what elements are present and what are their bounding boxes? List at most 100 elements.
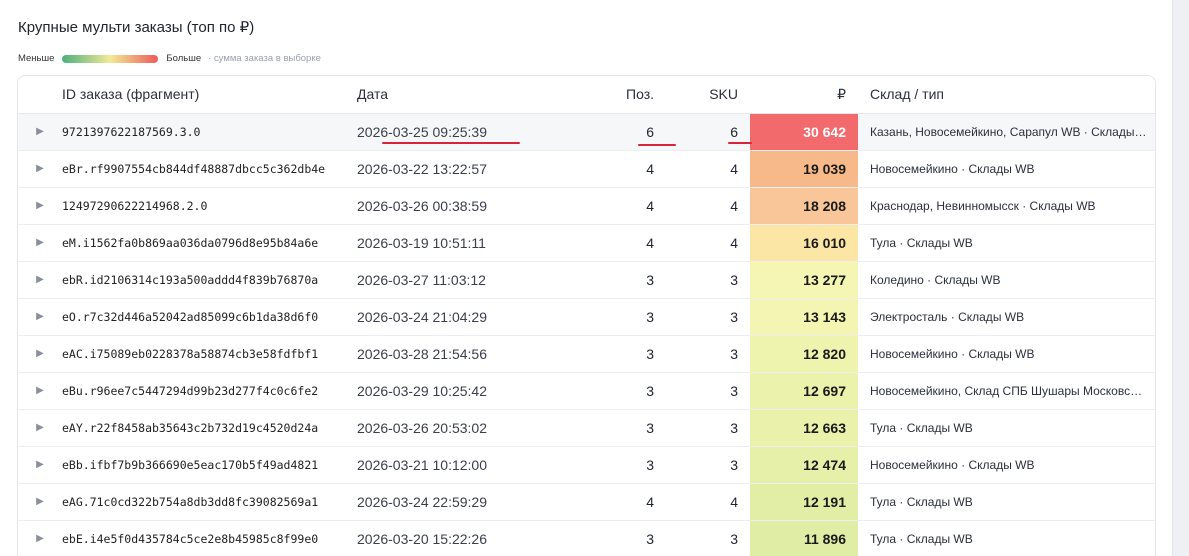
header-sku[interactable]: SKU bbox=[672, 76, 750, 114]
play-triangle-icon[interactable]: ▶ bbox=[36, 163, 44, 174]
order-id-cell: eO.r7c32d446a52042ad85099c6b1da38d6f0 bbox=[62, 298, 357, 336]
expand-row-toggle[interactable]: ▶ bbox=[18, 372, 62, 410]
warehouse-cell: Казань, Новосемейкино, Сарапул WB · Скла… bbox=[858, 113, 1155, 151]
annotation-underline-pos bbox=[638, 144, 676, 146]
header-positions[interactable]: Поз. bbox=[592, 76, 672, 114]
table-row[interactable]: ▶ eBu.r96ee7c5447294d99b23d277f4c0c6fe2 20… bbox=[18, 372, 1155, 410]
annotation-underline-date bbox=[382, 142, 520, 144]
expand-row-toggle[interactable]: ▶ bbox=[18, 113, 62, 151]
orders-table-container: ID заказа (фрагмент) Дата Поз. SKU ₽ Скл… bbox=[17, 75, 1156, 556]
positions-cell: 3 bbox=[592, 520, 672, 556]
legend-hint: · сумма заказа в выборке bbox=[208, 53, 321, 64]
table-row[interactable]: ▶ eBr.rf9907554cb844df48887dbcc5c362db4e 2… bbox=[18, 150, 1155, 188]
table-row[interactable]: ▶ eM.i1562fa0b869aa036da0796d8e95b84a6e 20… bbox=[18, 224, 1155, 262]
expand-row-toggle[interactable]: ▶ bbox=[18, 520, 62, 556]
play-triangle-icon[interactable]: ▶ bbox=[36, 274, 44, 285]
date-cell: 2026-03-28 21:54:56 bbox=[357, 335, 592, 373]
amount-cell: 30 642 bbox=[750, 113, 858, 151]
expand-row-toggle[interactable]: ▶ bbox=[18, 409, 62, 447]
date-cell: 2026-03-19 10:51:11 bbox=[357, 224, 592, 262]
order-id-cell: eBu.r96ee7c5447294d99b23d277f4c0c6fe2 bbox=[62, 372, 357, 410]
sku-cell: 4 bbox=[672, 224, 750, 262]
amount-cell: 13 277 bbox=[750, 261, 858, 299]
amount-cell: 11 896 bbox=[750, 520, 858, 556]
table-row[interactable]: ▶ 9721397622187569.3.0 2026-03-25 09:25:39… bbox=[18, 113, 1155, 151]
header-order-id[interactable]: ID заказа (фрагмент) bbox=[62, 76, 357, 114]
order-id-cell: 9721397622187569.3.0 bbox=[62, 113, 357, 151]
order-id-cell: eAC.i75089eb0228378a58874cb3e58fdfbf1 bbox=[62, 335, 357, 373]
amount-cell: 12 820 bbox=[750, 335, 858, 373]
warehouse-cell: Краснодар, Невинномысск · Склады WB bbox=[858, 187, 1155, 225]
play-triangle-icon[interactable]: ▶ bbox=[36, 200, 44, 211]
play-triangle-icon[interactable]: ▶ bbox=[36, 533, 44, 544]
expand-row-toggle[interactable]: ▶ bbox=[18, 446, 62, 484]
play-triangle-icon[interactable]: ▶ bbox=[36, 385, 44, 396]
sku-cell: 3 bbox=[672, 409, 750, 447]
table-row[interactable]: ▶ eAG.71c0cd322b754a8db3dd8fc39082569a1 20… bbox=[18, 483, 1155, 521]
amount-cell: 18 208 bbox=[750, 187, 858, 225]
table-body: ▶ 9721397622187569.3.0 2026-03-25 09:25:39… bbox=[18, 113, 1155, 556]
positions-cell: 4 bbox=[592, 224, 672, 262]
positions-cell: 3 bbox=[592, 446, 672, 484]
table-row[interactable]: ▶ eAC.i75089eb0228378a58874cb3e58fdfbf1 20… bbox=[18, 335, 1155, 373]
play-triangle-icon[interactable]: ▶ bbox=[36, 237, 44, 248]
sku-cell: 4 bbox=[672, 187, 750, 225]
table-row[interactable]: ▶ eAY.r22f8458ab35643c2b732d19c4520d24a 20… bbox=[18, 409, 1155, 447]
amount-cell: 12 474 bbox=[750, 446, 858, 484]
table-row[interactable]: ▶ ebE.i4e5f0d435784c5ce2e8b45985c8f99e0 20… bbox=[18, 520, 1155, 556]
play-triangle-icon[interactable]: ▶ bbox=[36, 459, 44, 470]
expand-row-toggle[interactable]: ▶ bbox=[18, 335, 62, 373]
positions-cell: 4 bbox=[592, 150, 672, 188]
expand-row-toggle[interactable]: ▶ bbox=[18, 298, 62, 336]
table-header-row: ID заказа (фрагмент) Дата Поз. SKU ₽ Скл… bbox=[18, 76, 1155, 114]
expand-row-toggle[interactable]: ▶ bbox=[18, 187, 62, 225]
table-row[interactable]: ▶ eO.r7c32d446a52042ad85099c6b1da38d6f0 20… bbox=[18, 298, 1155, 336]
top-multi-orders-card: Крупные мульти заказы (топ по ₽) Меньше … bbox=[0, 0, 1173, 556]
sku-cell: 3 bbox=[672, 446, 750, 484]
date-cell: 2026-03-25 09:25:39 bbox=[357, 113, 592, 151]
warehouse-cell: Коледино · Склады WB bbox=[858, 261, 1155, 299]
expand-row-toggle[interactable]: ▶ bbox=[18, 150, 62, 188]
play-triangle-icon[interactable]: ▶ bbox=[36, 348, 44, 359]
play-triangle-icon[interactable]: ▶ bbox=[36, 126, 44, 137]
play-triangle-icon[interactable]: ▶ bbox=[36, 496, 44, 507]
header-amount[interactable]: ₽ bbox=[750, 76, 858, 114]
positions-cell: 3 bbox=[592, 298, 672, 336]
warehouse-cell: Тула · Склады WB bbox=[858, 224, 1155, 262]
warehouse-cell: Тула · Склады WB bbox=[858, 409, 1155, 447]
sku-cell: 4 bbox=[672, 150, 750, 188]
date-cell: 2026-03-26 20:53:02 bbox=[357, 409, 592, 447]
legend-more-label: Больше bbox=[166, 53, 202, 64]
order-id-cell: ebE.i4e5f0d435784c5ce2e8b45985c8f99e0 bbox=[62, 520, 357, 556]
expand-row-toggle[interactable]: ▶ bbox=[18, 261, 62, 299]
warehouse-cell: Тула · Склады WB bbox=[858, 483, 1155, 521]
amount-cell: 12 191 bbox=[750, 483, 858, 521]
order-id-cell: eBr.rf9907554cb844df48887dbcc5c362db4e bbox=[62, 150, 357, 188]
table-row[interactable]: ▶ eBb.ifbf7b9b366690e5eac170b5f49ad4821 20… bbox=[18, 446, 1155, 484]
order-id-cell: 12497290622214968.2.0 bbox=[62, 187, 357, 225]
order-id-cell: eAY.r22f8458ab35643c2b732d19c4520d24a bbox=[62, 409, 357, 447]
play-triangle-icon[interactable]: ▶ bbox=[36, 422, 44, 433]
table-row[interactable]: ▶ 12497290622214968.2.0 2026-03-26 00:38:5… bbox=[18, 187, 1155, 225]
table-row[interactable]: ▶ ebR.id2106314c193a500addd4f839b76870a 20… bbox=[18, 261, 1155, 299]
warehouse-cell: Тула · Склады WB bbox=[858, 520, 1155, 556]
order-id-cell: ebR.id2106314c193a500addd4f839b76870a bbox=[62, 261, 357, 299]
sku-cell: 6 bbox=[672, 113, 750, 151]
positions-cell: 3 bbox=[592, 335, 672, 373]
date-cell: 2026-03-29 10:25:42 bbox=[357, 372, 592, 410]
expand-row-toggle[interactable]: ▶ bbox=[18, 224, 62, 262]
sku-cell: 3 bbox=[672, 298, 750, 336]
positions-cell: 4 bbox=[592, 187, 672, 225]
positions-cell: 4 bbox=[592, 483, 672, 521]
header-date[interactable]: Дата bbox=[357, 76, 592, 114]
warehouse-cell: Новосемейкино, Склад СПБ Шушары Московск… bbox=[858, 372, 1155, 410]
expand-row-toggle[interactable]: ▶ bbox=[18, 483, 62, 521]
date-cell: 2026-03-20 15:22:26 bbox=[357, 520, 592, 556]
date-cell: 2026-03-24 22:59:29 bbox=[357, 483, 592, 521]
sku-cell: 3 bbox=[672, 520, 750, 556]
warehouse-cell: Новосемейкино · Склады WB bbox=[858, 446, 1155, 484]
amount-cell: 16 010 bbox=[750, 224, 858, 262]
header-warehouse[interactable]: Склад / тип bbox=[858, 76, 1155, 114]
amount-cell: 12 697 bbox=[750, 372, 858, 410]
play-triangle-icon[interactable]: ▶ bbox=[36, 311, 44, 322]
